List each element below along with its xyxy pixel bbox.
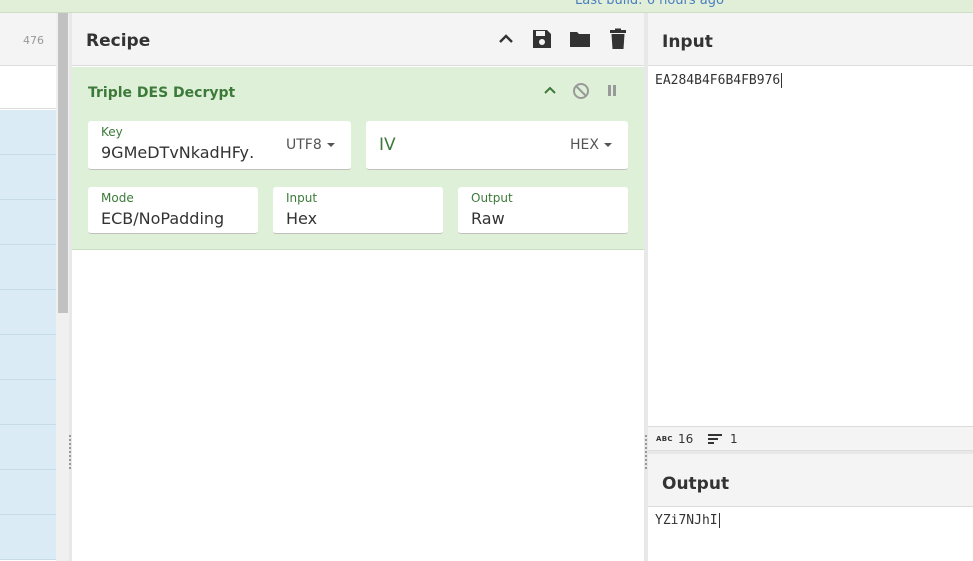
iv-field[interactable]: IV HEX	[366, 121, 628, 170]
key-field[interactable]: Key 9GMeDTvNkadHFy… UTF8	[88, 121, 351, 170]
chevron-up-icon[interactable]	[539, 80, 561, 102]
input-text: EA284B4F6B4FB976	[655, 73, 781, 88]
folder-icon[interactable]	[568, 27, 592, 51]
input-status-bar: ABC 16 1	[648, 426, 973, 451]
operation-list-item[interactable]	[0, 245, 56, 290]
key-encoding-dropdown[interactable]: UTF8	[286, 137, 335, 153]
input-header: Input	[648, 13, 973, 66]
pause-icon[interactable]	[601, 80, 623, 102]
output-textarea[interactable]: YZi7NJhI	[655, 513, 720, 528]
length-icon: ABC	[656, 435, 673, 443]
recipe-title: Recipe	[86, 31, 151, 51]
output-format-select[interactable]: Output Raw	[458, 187, 628, 234]
mode-value[interactable]: ECB/NoPadding	[101, 209, 224, 228]
input-lines: 1	[730, 432, 738, 446]
top-banner: Last build: 6 hours ago	[0, 0, 973, 13]
operation-list-item[interactable]	[0, 290, 56, 335]
key-value[interactable]: 9GMeDTvNkadHFy…	[101, 143, 253, 162]
operation-list-item[interactable]	[0, 425, 56, 470]
iv-placeholder[interactable]: IV	[379, 135, 396, 155]
mode-label: Mode	[101, 191, 134, 205]
last-build-text: Last build: 6 hours ago	[575, 0, 724, 8]
operations-count: 476	[23, 34, 44, 47]
key-label: Key	[101, 125, 123, 139]
text-caret	[718, 513, 720, 528]
iv-encoding-dropdown[interactable]: HEX	[570, 137, 612, 153]
operation-list-item[interactable]	[0, 155, 56, 200]
input-format-label: Input	[286, 191, 318, 205]
disable-icon[interactable]	[570, 80, 592, 102]
output-text: YZi7NJhI	[655, 513, 718, 528]
input-length: 16	[678, 432, 694, 446]
mode-select[interactable]: Mode ECB/NoPadding	[88, 187, 258, 234]
operations-header: 476	[0, 13, 56, 66]
input-format-value[interactable]: Hex	[286, 209, 317, 228]
trash-icon[interactable]	[606, 27, 630, 51]
text-caret	[781, 73, 783, 88]
operation-list-item[interactable]	[0, 110, 56, 155]
save-icon[interactable]	[530, 27, 554, 51]
operations-panel: 476	[0, 13, 56, 561]
operation-list-item[interactable]	[0, 335, 56, 380]
operations-list	[0, 110, 56, 560]
lines-icon	[708, 433, 722, 445]
operation-list-item[interactable]	[0, 470, 56, 515]
output-title: Output	[662, 474, 730, 494]
input-textarea[interactable]: EA284B4F6B4FB976	[655, 73, 783, 88]
operation-triple-des-decrypt: Triple DES Decrypt Key 9GMeDTvNkadHFy… U…	[72, 67, 644, 250]
io-panel: Input EA284B4F6B4FB976 ABC 16 1 Output Y…	[648, 13, 973, 561]
operations-search-area[interactable]	[0, 66, 56, 109]
operations-scrollbar-thumb[interactable]	[58, 13, 68, 313]
operation-title: Triple DES Decrypt	[88, 85, 236, 101]
input-title: Input	[662, 32, 713, 52]
operation-list-item[interactable]	[0, 200, 56, 245]
operation-list-item[interactable]	[0, 380, 56, 425]
chevron-up-icon[interactable]	[494, 27, 518, 51]
output-format-value[interactable]: Raw	[471, 209, 505, 228]
operation-list-item[interactable]	[0, 515, 56, 560]
input-format-select[interactable]: Input Hex	[273, 187, 443, 234]
output-header: Output	[648, 454, 973, 507]
recipe-header: Recipe	[72, 13, 644, 66]
output-format-label: Output	[471, 191, 513, 205]
recipe-panel: Recipe Triple DES Decrypt Key 9GMeDTvNka…	[72, 13, 644, 561]
